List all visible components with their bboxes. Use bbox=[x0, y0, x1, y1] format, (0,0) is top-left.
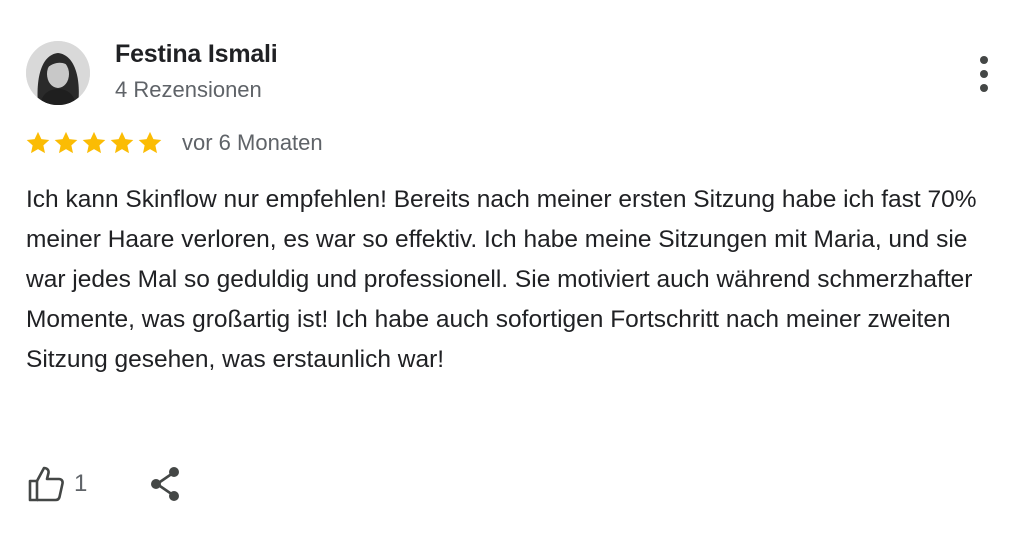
review-count[interactable]: 4 Rezensionen bbox=[115, 77, 262, 103]
star-icon bbox=[26, 131, 50, 154]
review-date: vor 6 Monaten bbox=[182, 130, 323, 155]
review-text: Ich kann Skinflow nur empfehlen! Bereits… bbox=[26, 186, 977, 373]
star-icon bbox=[138, 131, 162, 154]
review-card: Festina Ismali 4 Rezensionen vor 6 Monat… bbox=[0, 0, 1032, 548]
thumb-up-icon bbox=[26, 464, 66, 504]
review-actions: 1 bbox=[26, 462, 183, 506]
rating-row: vor 6 Monaten bbox=[24, 126, 323, 160]
like-button[interactable]: 1 bbox=[26, 464, 87, 504]
more-options-button[interactable] bbox=[968, 52, 1000, 96]
star-icon bbox=[110, 131, 134, 154]
share-icon bbox=[149, 464, 183, 504]
author-name[interactable]: Festina Ismali bbox=[115, 40, 278, 69]
share-button[interactable] bbox=[149, 464, 183, 504]
star-icon bbox=[82, 131, 106, 154]
avatar[interactable] bbox=[26, 41, 90, 105]
like-count: 1 bbox=[74, 470, 88, 497]
star-rating bbox=[24, 129, 164, 157]
more-vert-icon bbox=[968, 52, 1000, 96]
star-icon bbox=[54, 131, 78, 154]
